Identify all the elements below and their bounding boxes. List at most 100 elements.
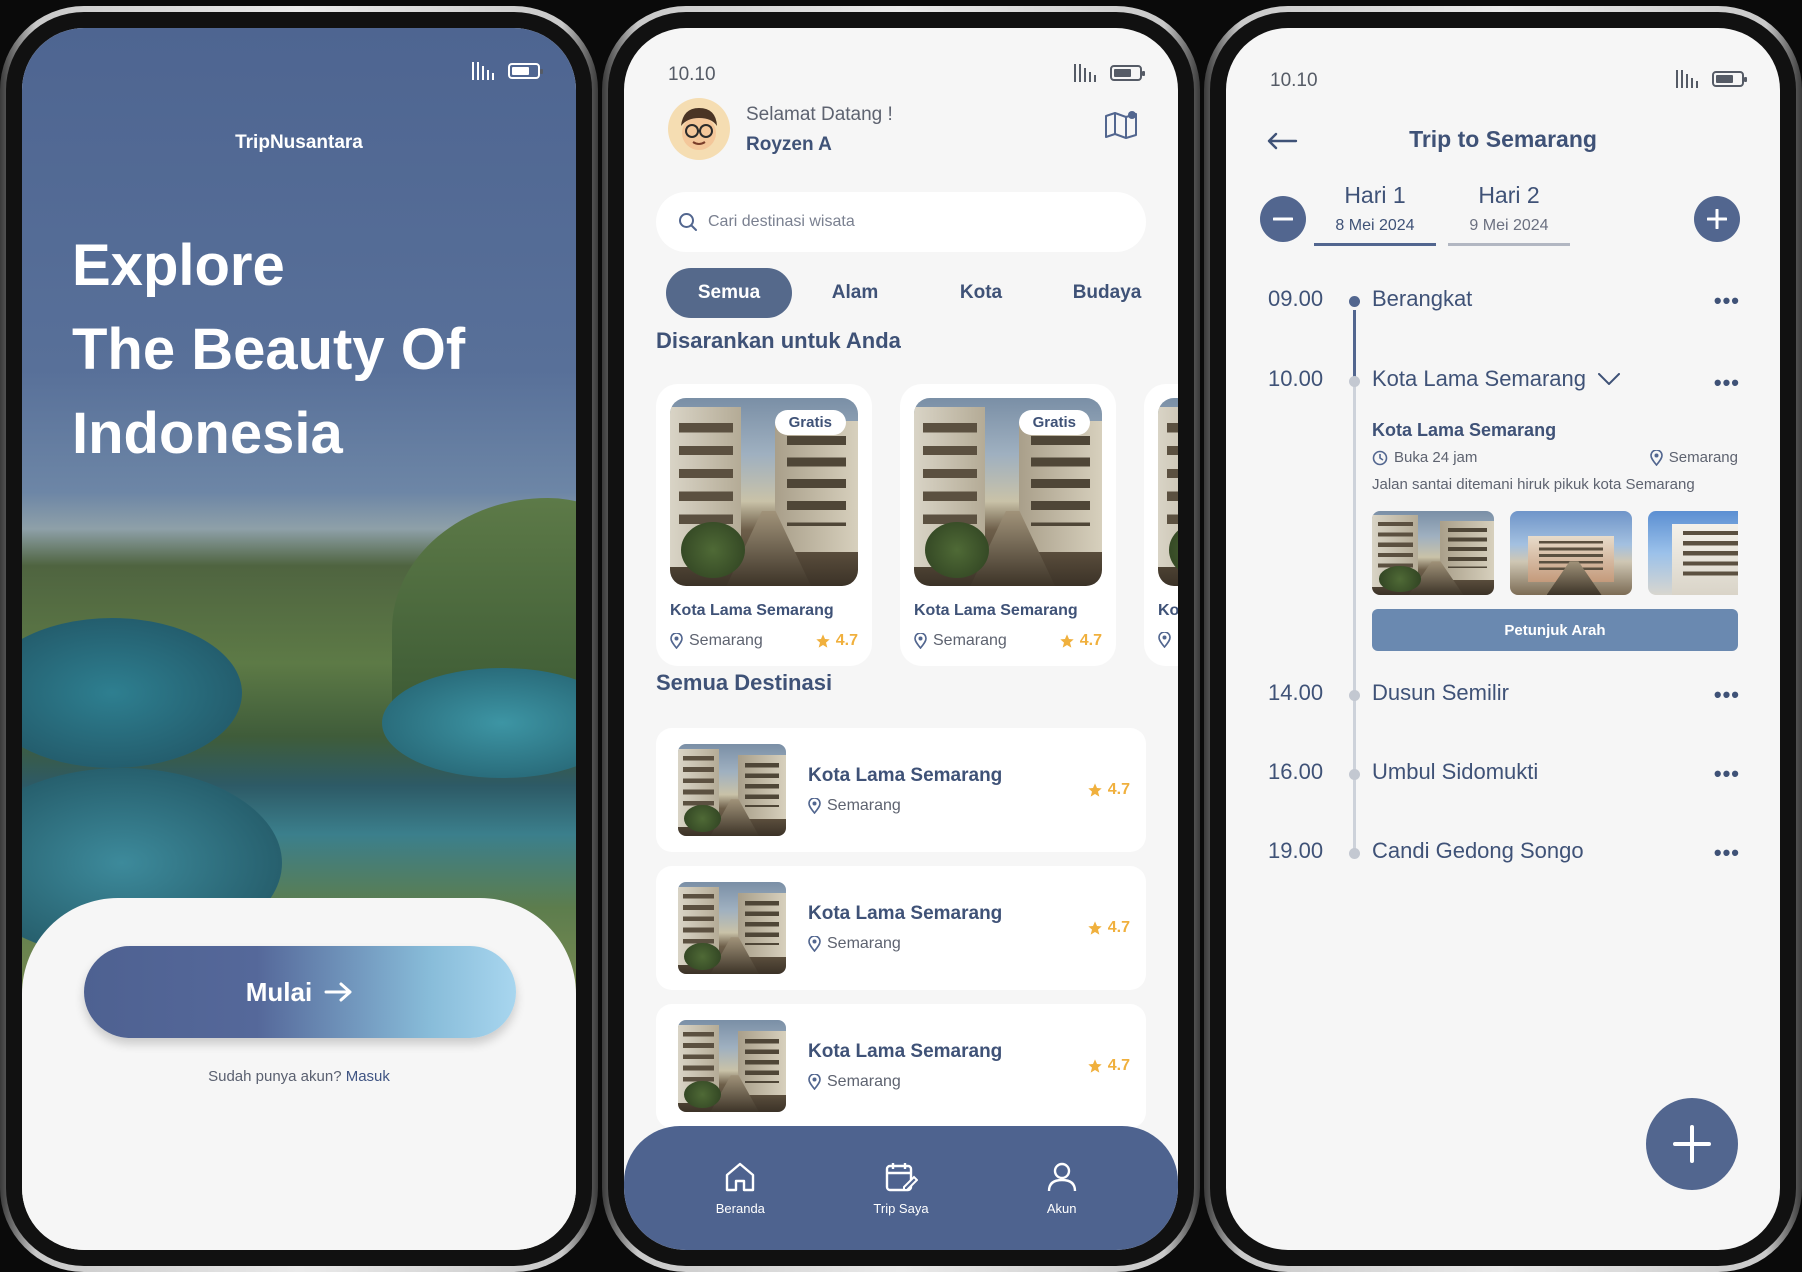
card-title: Kota Lama Semarang: [914, 602, 1078, 619]
avatar[interactable]: [668, 98, 730, 160]
status-icons: [472, 62, 543, 80]
price-badge: Gratis: [1018, 410, 1090, 435]
star-icon: [1088, 1059, 1102, 1073]
more-options-icon[interactable]: •••: [1714, 682, 1740, 708]
destination-photo: [1158, 398, 1178, 586]
signal-icon: [472, 62, 494, 80]
phone-home: 10.10 Selamat Datang ! Royzen A Cari des…: [602, 6, 1200, 1272]
recommended-card[interactable]: Ko: [1144, 384, 1178, 666]
tab-kota[interactable]: Kota: [918, 268, 1044, 318]
schedule-place: Dusun Semilir: [1372, 680, 1509, 705]
schedule-item[interactable]: 19.00 Candi Gedong Songo •••: [1226, 838, 1780, 878]
detail-description: Jalan santai ditemani hiruk pikuk kota S…: [1372, 476, 1695, 493]
battery-icon: [1712, 71, 1747, 87]
tab-alam[interactable]: Alam: [792, 268, 918, 318]
nav-trip-saya[interactable]: Trip Saya: [846, 1161, 956, 1216]
card-location: Semarang: [689, 632, 763, 649]
destination-photo: Gratis: [914, 398, 1102, 586]
detail-location: Semarang: [1668, 449, 1738, 466]
destination-photo: Gratis: [670, 398, 858, 586]
location-pin-icon: [670, 633, 683, 649]
tab-semua[interactable]: Semua: [666, 268, 792, 318]
card-title: Ko: [1158, 602, 1178, 619]
all-destinations-heading: Semua Destinasi: [656, 670, 833, 695]
nav-beranda[interactable]: Beranda: [685, 1161, 795, 1216]
calendar-edit-icon: [885, 1162, 918, 1191]
schedule-time: 09.00: [1268, 286, 1324, 311]
card-title: Kota Lama Semarang: [670, 602, 834, 619]
schedule-item[interactable]: 10.00 Kota Lama Semarang •••: [1226, 366, 1780, 406]
card-rating: 4.7: [835, 632, 858, 649]
plus-icon: [1673, 1125, 1711, 1163]
destination-location: Semarang: [827, 797, 901, 814]
greeting-text: Selamat Datang !: [746, 104, 893, 125]
destination-thumbnail: [678, 744, 786, 836]
timeline-dot: [1349, 296, 1360, 307]
status-time: 10.10: [668, 64, 716, 85]
home-screen: 10.10 Selamat Datang ! Royzen A Cari des…: [624, 28, 1178, 1250]
schedule-place: Berangkat: [1372, 286, 1473, 311]
clock-icon: [1372, 450, 1388, 465]
remove-day-button[interactable]: [1260, 196, 1306, 242]
search-bar[interactable]: [656, 192, 1146, 252]
list-item[interactable]: Kota Lama Semarang Semarang 4.7: [656, 728, 1146, 852]
more-options-icon[interactable]: •••: [1714, 761, 1740, 787]
phone-trip: 10.10 Trip to Semarang Hari 1 8 Mei 2024…: [1204, 6, 1802, 1272]
recommended-card[interactable]: Gratis Kota Lama Semarang Semarang 4.7: [656, 384, 872, 666]
start-button[interactable]: Mulai: [84, 946, 516, 1038]
more-options-icon[interactable]: •••: [1714, 840, 1740, 866]
list-item[interactable]: Kota Lama Semarang Semarang 4.7: [656, 866, 1146, 990]
schedule-item[interactable]: 16.00 Umbul Sidomukti •••: [1226, 759, 1780, 799]
chevron-down-icon[interactable]: [1598, 373, 1621, 385]
destination-thumbnail: [678, 882, 786, 974]
schedule-place: Umbul Sidomukti: [1372, 759, 1539, 784]
star-icon: [1060, 634, 1074, 648]
signal-icon: [1074, 64, 1096, 82]
location-pin-icon: [1649, 449, 1663, 466]
destination-list: Kota Lama Semarang Semarang 4.7 Kota Lam…: [656, 728, 1146, 1128]
plus-icon: [1707, 209, 1727, 229]
recommended-card[interactable]: Gratis Kota Lama Semarang Semarang 4.7: [900, 384, 1116, 666]
bottom-sheet: Mulai Sudah punya akun? Masuk: [22, 898, 576, 1250]
gallery-photo[interactable]: [1372, 511, 1494, 595]
more-options-icon[interactable]: •••: [1714, 370, 1740, 396]
tab-day-1[interactable]: Hari 1 8 Mei 2024: [1314, 182, 1436, 246]
directions-button[interactable]: Petunjuk Arah: [1372, 609, 1738, 651]
list-item[interactable]: Kota Lama Semarang Semarang 4.7: [656, 1004, 1146, 1128]
search-input[interactable]: [708, 213, 1083, 231]
destination-location: Semarang: [827, 1073, 901, 1090]
destination-rating: 4.7: [1107, 919, 1130, 936]
place-detail-panel: Kota Lama Semarang Buka 24 jam Semarang …: [1372, 420, 1738, 651]
schedule-time: 10.00: [1268, 366, 1324, 391]
timeline-dot: [1349, 376, 1360, 387]
login-link[interactable]: Masuk: [346, 1068, 390, 1085]
recommended-carousel: Gratis Kota Lama Semarang Semarang 4.7 G…: [656, 384, 1178, 666]
category-tabs: Semua Alam Kota Budaya: [666, 268, 1170, 318]
avatar-face-icon: [681, 108, 717, 150]
nav-akun[interactable]: Akun: [1007, 1161, 1117, 1216]
card-location: Semarang: [933, 632, 1007, 649]
map-icon[interactable]: [1104, 110, 1138, 145]
gallery-photo[interactable]: [1510, 511, 1632, 595]
status-icons: [1676, 70, 1747, 88]
star-icon: [1088, 921, 1102, 935]
destination-location: Semarang: [827, 935, 901, 952]
schedule-item[interactable]: 09.00 Berangkat •••: [1226, 286, 1780, 326]
timeline-dot: [1349, 769, 1360, 780]
destination-rating: 4.7: [1107, 781, 1130, 798]
price-badge: Gratis: [774, 410, 846, 435]
phone-onboarding: TripNusantara Explore The Beauty Of Indo…: [0, 6, 598, 1272]
add-day-button[interactable]: [1694, 196, 1740, 242]
tab-day-2[interactable]: Hari 2 9 Mei 2024: [1448, 182, 1570, 246]
gallery-photo[interactable]: [1648, 511, 1738, 595]
schedule-place: Kota Lama Semarang: [1372, 366, 1587, 391]
destination-title: Kota Lama Semarang: [808, 765, 1003, 786]
tab-budaya[interactable]: Budaya: [1044, 268, 1170, 318]
more-options-icon[interactable]: •••: [1714, 288, 1740, 314]
star-icon: [1088, 783, 1102, 797]
add-schedule-button[interactable]: [1646, 1098, 1738, 1190]
user-icon: [1047, 1162, 1076, 1191]
home-icon: [726, 1162, 755, 1191]
destination-rating: 4.7: [1107, 1057, 1130, 1074]
schedule-item[interactable]: 14.00 Dusun Semilir •••: [1226, 680, 1780, 720]
